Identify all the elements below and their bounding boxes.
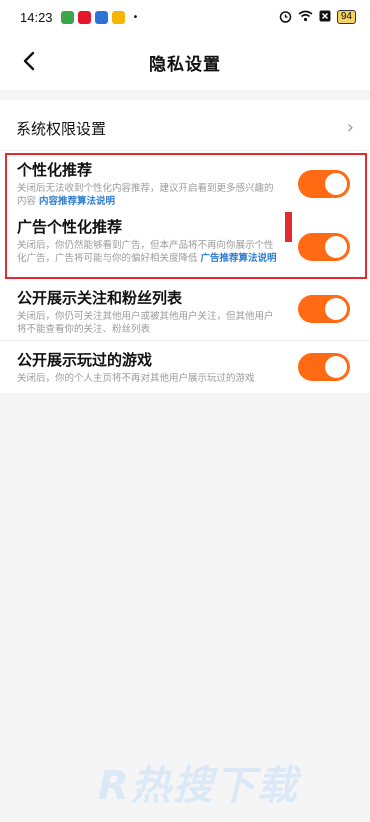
setting-description-text: 关闭后，你的个人主页将不再对其他用户展示玩过的游戏 xyxy=(17,373,255,384)
status-time: 14:23 xyxy=(20,9,53,25)
wifi-icon xyxy=(298,10,313,24)
system-permissions-row[interactable]: 系统权限设置 › xyxy=(0,103,370,153)
chevron-right-icon: › xyxy=(346,117,354,138)
setting-description: 关闭后，你仍可关注其他用户或被其他用户关注，但其他用户将不能查看你的关注、粉丝列… xyxy=(17,310,279,336)
toggle-knob xyxy=(325,356,347,378)
app-icon-yellow xyxy=(111,10,125,24)
app-icon-weibo xyxy=(77,10,91,24)
highlight-box xyxy=(5,153,367,279)
divider xyxy=(0,150,370,151)
status-indicators: 94 xyxy=(279,10,356,25)
sim-disabled-icon xyxy=(319,10,331,24)
setting-description: 关闭后，你的个人主页将不再对其他用户展示玩过的游戏 xyxy=(17,372,279,385)
public-follow-list-toggle[interactable] xyxy=(298,295,350,323)
toggle-knob xyxy=(325,298,347,320)
back-button[interactable] xyxy=(14,46,44,76)
top-nav-bar: 隐私设置 xyxy=(0,34,370,90)
status-bar: 14:23 • 94 xyxy=(0,0,370,34)
app-icon-green xyxy=(60,10,74,24)
system-permissions-label: 系统权限设置 xyxy=(16,119,107,138)
divider xyxy=(0,340,370,341)
status-app-icons: • xyxy=(60,10,139,24)
alarm-icon xyxy=(279,10,292,25)
annotation-marker xyxy=(285,212,292,242)
battery-icon: 94 xyxy=(336,10,356,24)
public-games-played-toggle[interactable] xyxy=(298,353,350,381)
page-title: 隐私设置 xyxy=(149,54,221,75)
setting-description-text: 关闭后，你仍可关注其他用户或被其他用户关注，但其他用户将不能查看你的关注、粉丝列… xyxy=(17,311,274,335)
app-icon-video xyxy=(94,10,108,24)
more-notifications-icon: • xyxy=(132,11,139,23)
watermark: R热搜下载 xyxy=(98,763,299,809)
chevron-left-icon xyxy=(23,51,35,71)
